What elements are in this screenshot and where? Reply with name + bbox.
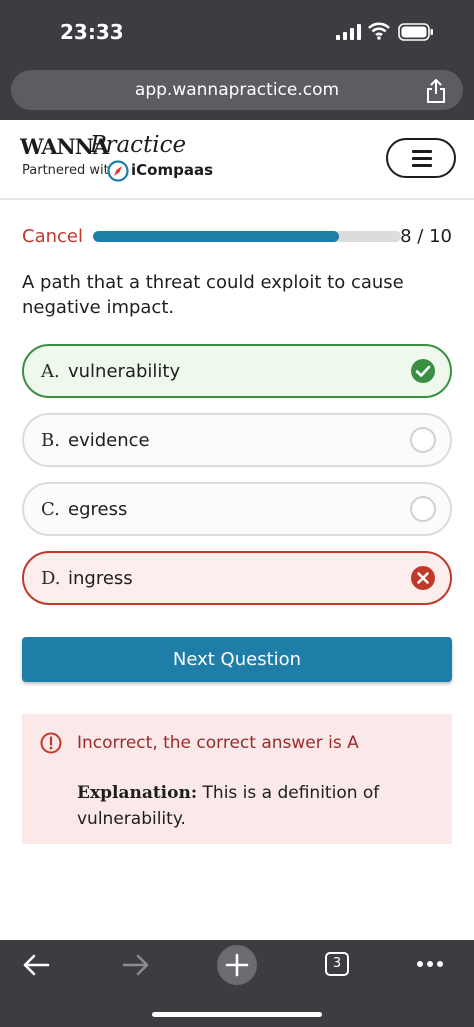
- logo-practice-text: Practice: [90, 132, 187, 158]
- alert-circle-icon: [40, 732, 62, 754]
- option-b[interactable]: B. evidence: [22, 413, 452, 467]
- option-text: egress: [68, 499, 128, 520]
- status-bar: 23:33: [0, 0, 474, 62]
- cancel-link[interactable]: Cancel: [22, 226, 83, 247]
- wifi-icon: [368, 22, 390, 40]
- option-letter: D.: [41, 568, 61, 589]
- tabs-count-icon[interactable]: 3: [325, 952, 349, 976]
- check-circle-icon: [411, 359, 435, 383]
- explanation-label: Explanation:: [77, 783, 198, 803]
- menu-icon-bar: [412, 150, 432, 153]
- option-text: evidence: [68, 430, 150, 451]
- explanation-text: Explanation: This is a definition of vul…: [77, 780, 437, 832]
- compass-icon: [107, 160, 129, 182]
- progress-bar: [93, 231, 401, 242]
- question-text: A path that a threat could exploit to ca…: [22, 272, 404, 318]
- menu-icon-bar: [412, 164, 432, 167]
- more-options-icon[interactable]: [416, 960, 444, 968]
- option-letter: A.: [41, 361, 60, 382]
- partner-name: iCompaas: [131, 161, 213, 179]
- option-d[interactable]: D. ingress: [22, 551, 452, 605]
- option-c[interactable]: C. egress: [22, 482, 452, 536]
- feedback-panel: Incorrect, the correct answer is A Expla…: [22, 714, 452, 844]
- progress-bar-fill: [93, 231, 340, 242]
- option-letter: B.: [41, 430, 60, 451]
- partnered-with-label: Partnered with: [22, 163, 117, 178]
- browser-address-area: app.wannapractice.com: [0, 62, 474, 120]
- back-arrow-icon[interactable]: [22, 953, 50, 977]
- progress-count: 8 / 10: [400, 226, 452, 247]
- url-text: app.wannapractice.com: [134, 80, 340, 100]
- next-question-button[interactable]: Next Question: [22, 637, 452, 682]
- radio-circle-icon: [410, 496, 436, 522]
- option-text: ingress: [68, 568, 133, 589]
- radio-circle-icon: [410, 427, 436, 453]
- cellular-signal-icon: [336, 24, 361, 40]
- x-circle-icon: [411, 566, 435, 590]
- battery-icon: [398, 23, 433, 41]
- menu-icon-bar: [412, 157, 432, 160]
- new-tab-plus-icon[interactable]: [216, 944, 258, 986]
- option-a[interactable]: A. vulnerability: [22, 344, 452, 398]
- status-time: 23:33: [60, 20, 124, 44]
- feedback-message: Incorrect, the correct answer is A: [77, 733, 359, 753]
- hamburger-menu-button[interactable]: [386, 138, 456, 178]
- option-text: vulnerability: [68, 361, 181, 382]
- option-letter: C.: [41, 499, 60, 520]
- address-bar[interactable]: app.wannapractice.com: [11, 70, 463, 110]
- share-icon[interactable]: [425, 78, 447, 104]
- home-indicator: [152, 1012, 322, 1017]
- forward-arrow-icon[interactable]: [122, 953, 150, 977]
